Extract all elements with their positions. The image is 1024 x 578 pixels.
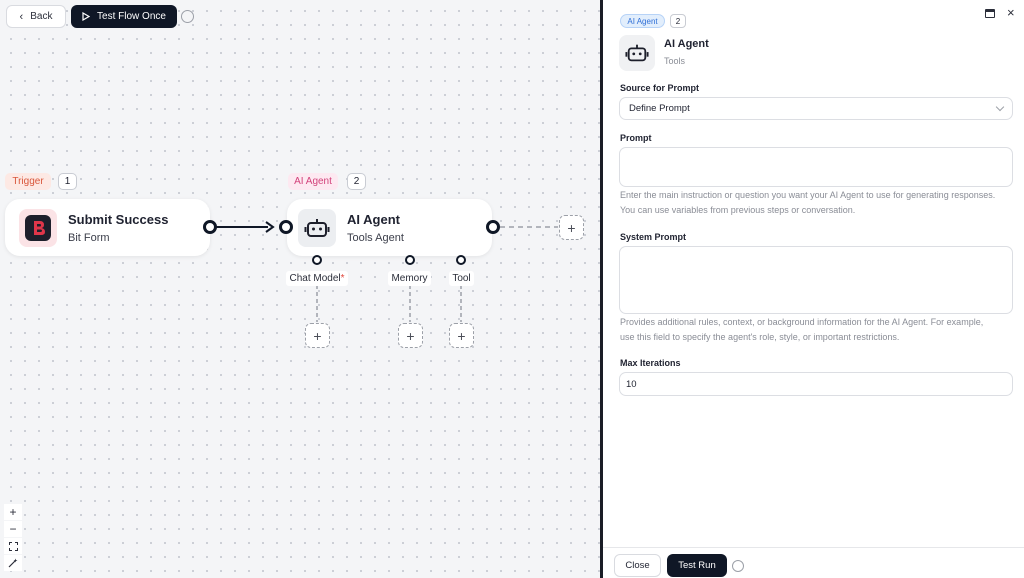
system-prompt-textarea[interactable] (619, 246, 1013, 314)
agent-node-title: AI Agent (347, 211, 400, 227)
expand-icon[interactable] (985, 9, 995, 18)
trigger-index-badge: 1 (58, 173, 77, 190)
add-tool-button[interactable]: + (449, 323, 474, 348)
chat-model-text: Chat Model (289, 273, 341, 284)
close-button[interactable]: Close (614, 554, 661, 577)
add-memory-button[interactable]: + (398, 323, 423, 348)
trigger-node-title: Submit Success (68, 211, 169, 227)
panel-robot-icon (619, 35, 655, 71)
robot-icon (298, 208, 336, 247)
agent-node-subtitle: Tools Agent (347, 231, 404, 244)
trigger-node[interactable]: Submit Success Bit Form (5, 199, 210, 256)
test-run-button[interactable]: Test Run (667, 554, 727, 577)
agent-output-port[interactable] (486, 220, 500, 234)
panel-footer: Close Test Run (603, 547, 1024, 578)
add-next-node-button[interactable]: + (559, 215, 584, 240)
agent-index-badge: 2 (347, 173, 366, 190)
source-value: Define Prompt (629, 103, 690, 114)
agent-input-port[interactable] (279, 220, 293, 234)
agent-tag: AI Agent (288, 173, 338, 190)
chevron-down-icon (995, 102, 1005, 112)
max-iterations-input[interactable]: 10 (619, 372, 1013, 396)
run-hint-icon[interactable] (732, 560, 744, 572)
source-label: Source for Prompt (620, 83, 700, 93)
system-prompt-help-text: Provides additional rules, context, or b… (620, 317, 984, 342)
magic-wand-icon[interactable] (4, 555, 22, 571)
node-settings-panel: AI Agent 2 × AI Agent Tools Source for P… (603, 0, 1024, 578)
source-select[interactable]: Define Prompt (619, 97, 1013, 120)
memory-port[interactable] (405, 255, 415, 265)
panel-title: AI Agent (664, 38, 709, 50)
panel-subtitle: Tools (664, 56, 686, 66)
panel-agent-tag: AI Agent (620, 14, 665, 28)
tool-label: Tool (449, 271, 474, 286)
memory-label: Memory (388, 271, 431, 286)
chat-model-label: Chat Model * (286, 271, 348, 286)
zoom-out-icon[interactable]: − (4, 521, 22, 537)
max-iterations-label: Max Iterations (620, 358, 681, 368)
prompt-textarea[interactable] (619, 147, 1013, 187)
fit-view-icon[interactable] (4, 538, 22, 554)
system-prompt-label: System Prompt (620, 232, 687, 242)
chat-model-port[interactable] (312, 255, 322, 265)
tool-port[interactable] (456, 255, 466, 265)
bit-form-logo (19, 208, 57, 247)
connectors (216, 221, 558, 322)
zoom-in-icon[interactable]: + (4, 504, 22, 520)
required-mark: * (340, 273, 345, 284)
agent-node[interactable]: AI Agent Tools Agent (287, 199, 492, 256)
prompt-help-text: Enter the main instruction or question y… (620, 190, 996, 215)
zoom-controls: + − (4, 504, 22, 572)
trigger-output-port[interactable] (203, 220, 217, 234)
panel-index-badge: 2 (670, 14, 686, 28)
flow-canvas[interactable]: ‹ Back Test Flow Once Trigger 1 AI Agent… (0, 0, 600, 578)
trigger-node-subtitle: Bit Form (68, 231, 110, 244)
trigger-tag: Trigger (5, 173, 51, 190)
add-chat-model-button[interactable]: + (305, 323, 330, 348)
close-icon[interactable]: × (1007, 5, 1015, 20)
prompt-label: Prompt (620, 133, 652, 143)
